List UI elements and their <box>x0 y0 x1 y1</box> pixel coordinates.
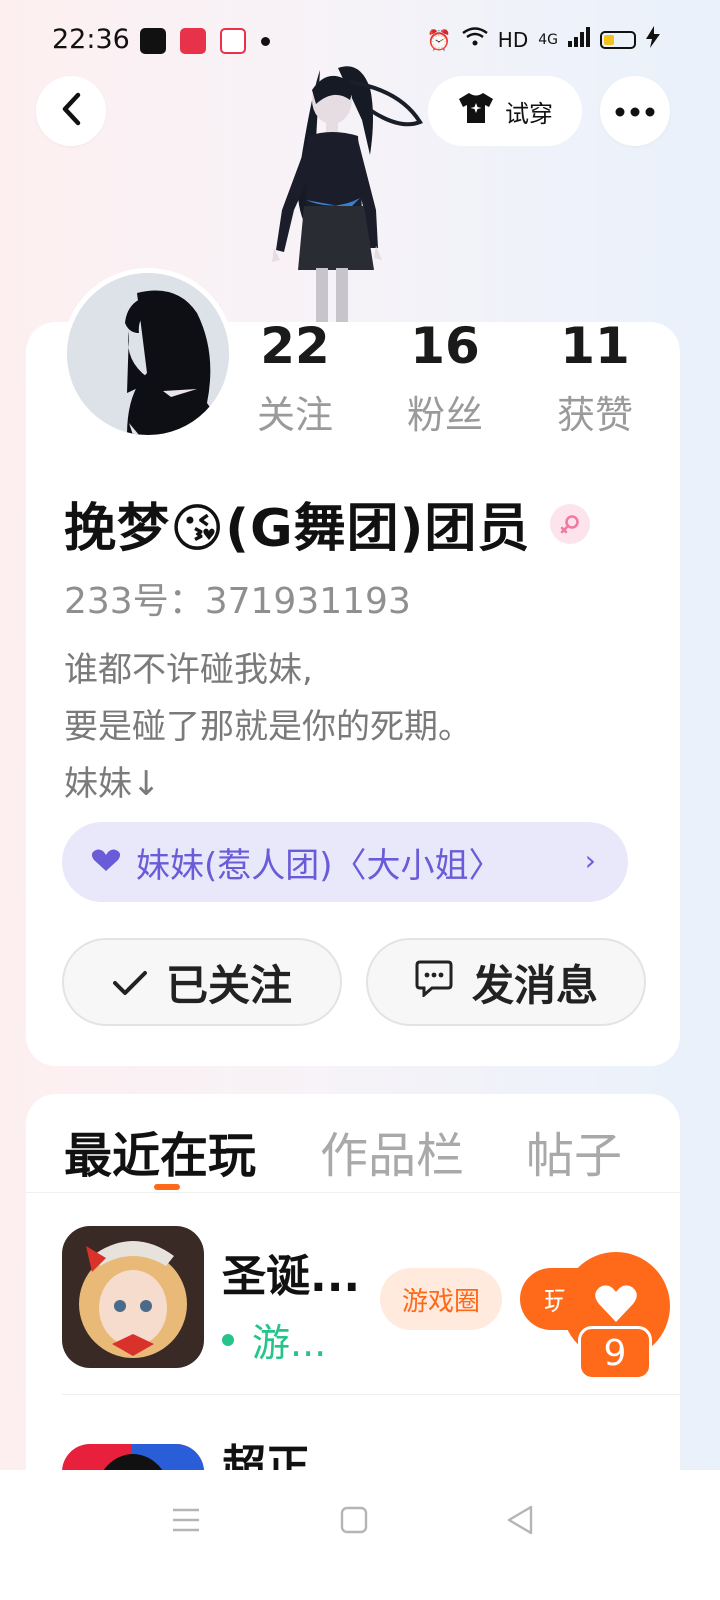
red-app-icon <box>180 28 206 54</box>
game-circle-button[interactable]: 游戏圈 <box>380 1268 502 1330</box>
network-label: HD <box>497 27 529 52</box>
more-button[interactable] <box>600 76 670 146</box>
female-icon <box>550 503 591 544</box>
back-icon[interactable] <box>500 1500 540 1540</box>
name-row: 挽梦😘(G舞团)团员 <box>64 486 591 561</box>
game-title: 圣诞... <box>222 1251 361 1302</box>
group-link[interactable]: 妹妹(惹人团)〈大小姐〉 › <box>62 822 628 902</box>
online-dot-icon <box>222 1333 234 1346</box>
bio-line: 谁都不许碰我妹, <box>64 650 313 690</box>
bio-line: 要是碰了那就是你的死期。 <box>64 707 472 747</box>
tab-works[interactable]: 作品栏 <box>320 1116 464 1186</box>
shirt-icon <box>457 91 495 131</box>
menu-icon[interactable] <box>166 1500 206 1540</box>
following-button[interactable]: 已关注 <box>62 938 342 1026</box>
avatar[interactable] <box>62 268 234 440</box>
home-icon[interactable] <box>334 1500 374 1540</box>
likes-label: 获赞 <box>556 393 633 437</box>
tab-recent-playing[interactable]: 最近在玩 <box>64 1116 256 1186</box>
heart-icon <box>90 842 122 882</box>
message-button-label: 发消息 <box>471 960 598 1010</box>
game-status-label: 游... <box>252 1321 327 1365</box>
like-count-badge: 9 <box>578 1326 652 1380</box>
following-label: 关注 <box>256 393 333 437</box>
bio: 谁都不许碰我妹, 要是碰了那就是你的死期。 妹妹↓ <box>64 642 472 813</box>
notification-dot <box>261 37 270 46</box>
chevron-right-icon: › <box>584 844 596 877</box>
group-link-label: 妹妹(惹人团)〈大小姐〉 <box>136 845 503 886</box>
check-icon <box>112 958 148 1007</box>
followers-label: 粉丝 <box>406 393 483 437</box>
charging-icon <box>646 26 660 53</box>
status-right: ⏰ HD 4G <box>427 26 660 53</box>
wifi-icon <box>462 27 488 52</box>
message-button[interactable]: 发消息 <box>366 938 646 1026</box>
more-horizontal-icon <box>615 102 655 121</box>
signal-label: 4G <box>538 31 558 48</box>
game-icon[interactable] <box>62 1226 204 1368</box>
chevron-left-icon <box>60 92 82 130</box>
tiktok-app-icon <box>140 28 166 54</box>
try-on-label: 试穿 <box>505 99 553 128</box>
followers-count: 16 <box>410 317 480 375</box>
heart-icon <box>594 1284 638 1328</box>
back-button[interactable] <box>36 76 106 146</box>
following-count: 22 <box>260 317 330 375</box>
avatar-character-figure[interactable] <box>250 60 450 330</box>
tab-indicator <box>154 1184 180 1190</box>
chat-bubble-icon <box>414 958 454 1007</box>
likes-count: 11 <box>560 317 630 375</box>
battery-icon <box>600 30 636 49</box>
tab-divider <box>26 1192 680 1193</box>
signal-bars-icon <box>568 27 590 52</box>
stat-followers[interactable]: 16 粉丝 <box>380 318 510 439</box>
display-name: 挽梦😘(G舞团)团员 <box>64 499 531 559</box>
alarm-icon: ⏰ <box>426 27 452 52</box>
bio-line: 妹妹↓ <box>64 764 161 804</box>
status-time: 22:36 <box>52 24 130 55</box>
user-id[interactable]: 233号：371931193 <box>64 572 411 624</box>
game-online-status: 游... <box>222 1312 326 1367</box>
game-title: 超正... <box>222 1441 361 1470</box>
tab-posts[interactable]: 帖子 <box>526 1116 622 1186</box>
try-on-button[interactable]: 试穿 <box>428 76 582 146</box>
following-button-label: 已关注 <box>165 960 292 1010</box>
video-app-icon <box>220 28 246 54</box>
stat-likes[interactable]: 11 获赞 <box>530 318 660 439</box>
row-divider <box>62 1394 680 1395</box>
stat-following[interactable]: 22 关注 <box>230 318 360 439</box>
